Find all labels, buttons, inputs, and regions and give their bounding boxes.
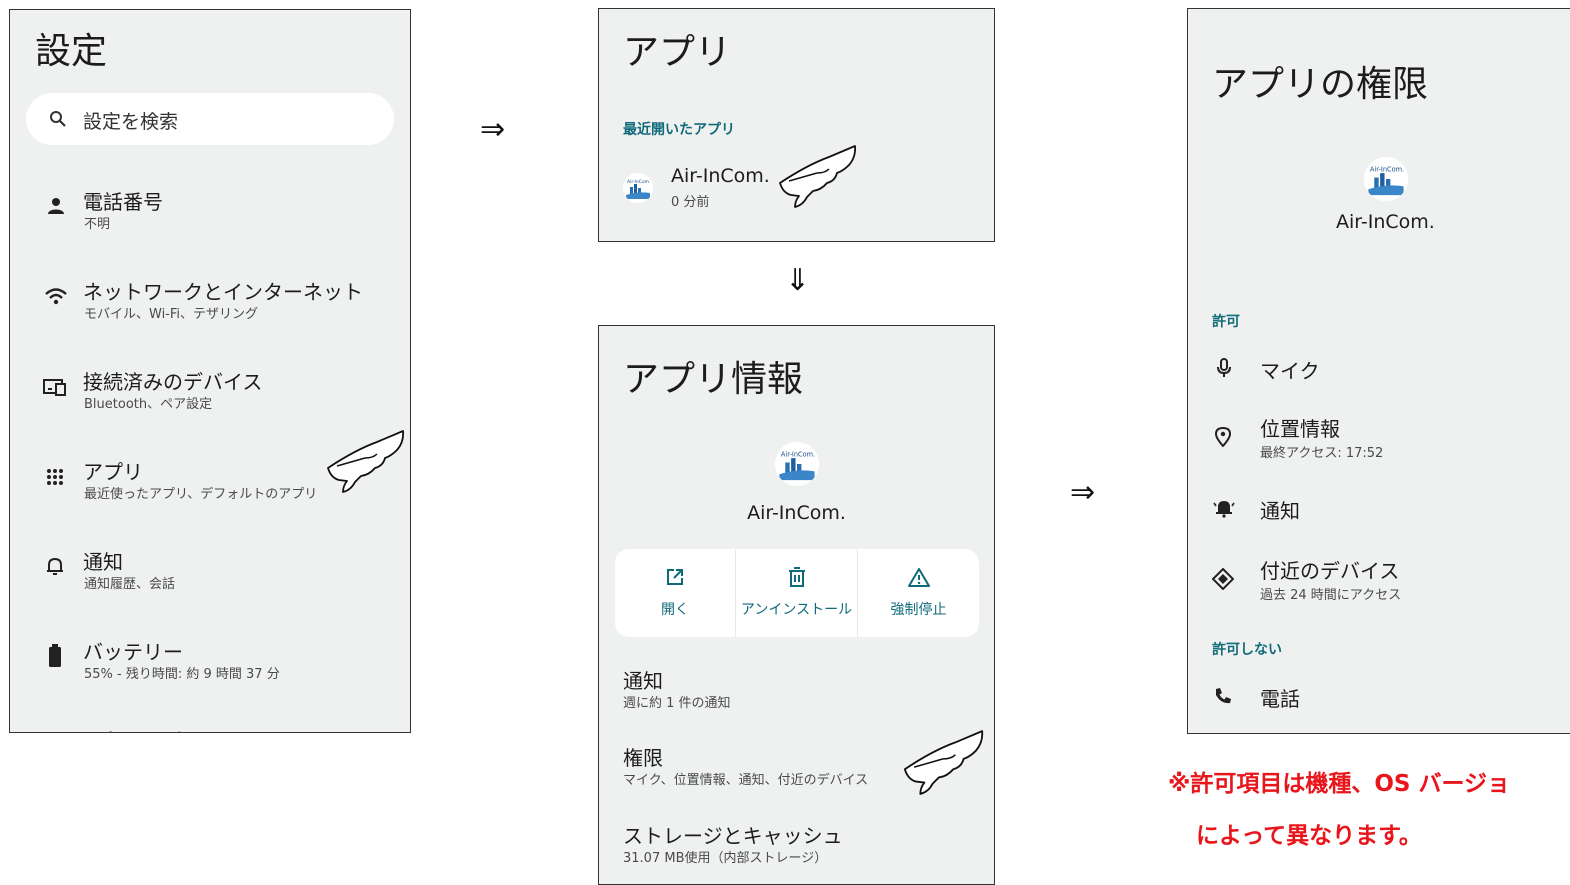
person-icon <box>44 194 68 218</box>
app-logo-icon: Air-InCom. <box>775 442 819 486</box>
permission-label: 位置情報 <box>1260 417 1340 441</box>
search-bar[interactable]: 設定を検索 <box>26 93 394 145</box>
battery-icon <box>45 642 65 670</box>
nearby-devices-icon <box>1211 567 1235 591</box>
devices-icon <box>42 376 68 398</box>
app-info-screen: アプリ情報 Air-InCom. Air-InCom. 開く アンインストール … <box>598 325 995 885</box>
app-actions: 開く アンインストール 強制停止 <box>615 549 979 637</box>
permission-item-microphone[interactable]: マイク <box>1188 345 1570 393</box>
apps-screen: アプリ 最近開いたアプリ Air-InCom. Air-InCom. 0 分前 <box>598 8 995 242</box>
settings-item-label: 接続済みのデバイス <box>83 370 263 394</box>
pointing-hand-icon <box>327 430 405 493</box>
settings-item-battery[interactable]: バッテリー 55% - 残り時間: 約 9 時間 37 分 <box>10 630 410 690</box>
wifi-icon <box>43 284 69 308</box>
settings-item-label: 通知 <box>83 550 123 574</box>
settings-item-label: 電話番号 <box>83 190 163 214</box>
app-name: Air-InCom. <box>671 165 770 187</box>
permission-sublabel: 最終アクセス: 17:52 <box>1260 446 1384 461</box>
settings-item-storage[interactable]: ストレージ <box>10 720 410 732</box>
svg-text:Air-InCom.: Air-InCom. <box>781 451 815 459</box>
open-external-icon <box>665 567 685 591</box>
page-title: アプリの権限 <box>1212 64 1429 105</box>
app-info-row-storage[interactable]: ストレージとキャッシュ 31.07 MB使用（内部ストレージ） <box>599 816 994 868</box>
app-logo-icon: Air-InCom. <box>623 173 653 203</box>
settings-item-sublabel: 不明 <box>84 217 111 232</box>
permission-item-notifications[interactable]: 通知 <box>1188 485 1570 533</box>
notification-bell-icon <box>1212 497 1236 519</box>
permission-label: 付近のデバイス <box>1260 559 1400 583</box>
force-stop-button[interactable]: 強制停止 <box>858 549 979 637</box>
row-title: 権限 <box>623 746 663 770</box>
allowed-header: 許可 <box>1212 314 1240 330</box>
permissions-note-line1: ※許可項目は機種、OS バージョ <box>1168 771 1511 797</box>
search-icon <box>48 109 68 129</box>
app-name: Air-InCom. <box>747 502 846 524</box>
row-subtitle: 週に約 1 件の通知 <box>623 696 731 711</box>
uninstall-button[interactable]: アンインストール <box>736 549 857 637</box>
microphone-icon <box>1213 357 1235 379</box>
section-header: 最近開いたアプリ <box>623 122 735 138</box>
permission-label: 電話 <box>1260 687 1300 711</box>
pointing-hand-icon <box>903 730 984 795</box>
settings-item-label: ストレージ <box>83 724 183 732</box>
page-title: アプリ情報 <box>623 359 804 400</box>
search-input[interactable]: 設定を検索 <box>83 107 178 134</box>
location-pin-icon <box>1212 425 1234 449</box>
permission-item-nearby-devices[interactable]: 付近のデバイス 過去 24 時間にアクセス <box>1188 551 1570 611</box>
settings-screen: 設定 設定を検索 電話番号 不明 ネットワークとインターネット モバイル、Wi-… <box>9 9 411 733</box>
app-permissions-screen: アプリの権限 Air-InCom. Air-InCom. 許可 マイク 位置情報… <box>1187 8 1570 734</box>
app-info-row-notifications[interactable]: 通知 週に約 1 件の通知 <box>599 661 994 713</box>
permission-item-phone[interactable]: 電話 <box>1188 673 1570 721</box>
settings-item-sublabel: 55% - 残り時間: 約 9 時間 37 分 <box>84 667 280 682</box>
action-label: 強制停止 <box>890 602 947 618</box>
permission-label: 通知 <box>1260 499 1300 523</box>
settings-item-network[interactable]: ネットワークとインターネット モバイル、Wi-Fi、テザリング <box>10 270 410 330</box>
settings-item-sublabel: Bluetooth、ペア設定 <box>84 397 213 412</box>
app-name: Air-InCom. <box>1336 211 1435 233</box>
settings-item-notifications[interactable]: 通知 通知履歴、会話 <box>10 540 410 600</box>
app-logo-icon: Air-InCom. <box>1364 157 1408 201</box>
app-last-opened: 0 分前 <box>671 195 710 210</box>
apps-grid-icon <box>43 465 67 489</box>
flow-arrow-down: ⇓ <box>785 263 811 298</box>
svg-text:Air-InCom.: Air-InCom. <box>627 179 650 185</box>
row-title: ストレージとキャッシュ <box>623 824 843 848</box>
warning-icon <box>907 567 930 591</box>
bell-icon <box>43 554 67 578</box>
row-subtitle: 31.07 MB使用（内部ストレージ） <box>623 851 828 866</box>
flow-arrow-right: ⇒ <box>1070 475 1096 510</box>
phone-icon <box>1212 685 1234 707</box>
row-title: 通知 <box>623 669 663 693</box>
permission-item-location[interactable]: 位置情報 最終アクセス: 17:52 <box>1188 409 1570 469</box>
page-title: 設定 <box>35 31 108 72</box>
settings-item-connected-devices[interactable]: 接続済みのデバイス Bluetooth、ペア設定 <box>10 360 410 420</box>
settings-item-sublabel: モバイル、Wi-Fi、テザリング <box>84 307 259 322</box>
open-button[interactable]: 開く <box>615 549 735 637</box>
trash-icon <box>788 567 806 591</box>
settings-item-phone-number[interactable]: 電話番号 不明 <box>10 180 410 240</box>
svg-text:Air-InCom.: Air-InCom. <box>1370 166 1404 174</box>
denied-header: 許可しない <box>1212 642 1282 658</box>
settings-item-sublabel: 最近使ったアプリ、デフォルトのアプリ <box>84 487 318 502</box>
action-label: 開く <box>661 602 689 618</box>
permission-label: マイク <box>1260 359 1320 383</box>
settings-item-label: ネットワークとインターネット <box>83 280 363 304</box>
settings-item-label: アプリ <box>83 460 143 484</box>
row-subtitle: マイク、位置情報、通知、付近のデバイス <box>623 773 869 788</box>
settings-item-label: バッテリー <box>83 640 183 664</box>
page-title: アプリ <box>623 32 732 73</box>
pointing-hand-icon <box>779 145 857 208</box>
permission-sublabel: 過去 24 時間にアクセス <box>1260 588 1402 603</box>
action-label: アンインストール <box>740 602 853 618</box>
permissions-note-line2: によって異なります。 <box>1196 823 1422 849</box>
settings-item-sublabel: 通知履歴、会話 <box>84 577 176 592</box>
flow-arrow-right: ⇒ <box>480 112 506 147</box>
